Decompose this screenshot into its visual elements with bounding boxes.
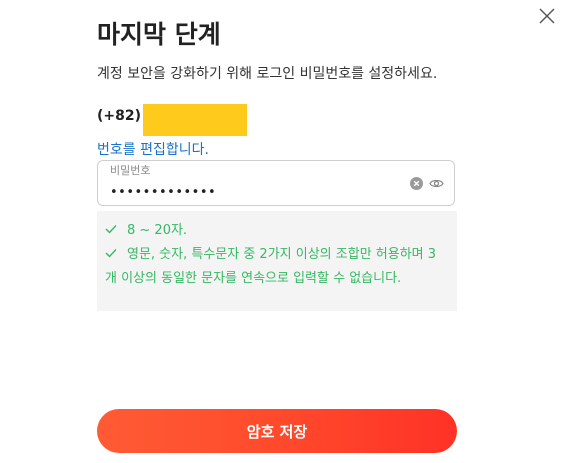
dialog-description: 계정 보안을 강화하기 위해 로그인 비밀번호를 설정하세요. <box>97 66 438 82</box>
save-password-button[interactable]: 암호 저장 <box>97 409 457 453</box>
phone-country-code: (+82) <box>97 108 142 124</box>
rule-composition-text: 영문, 숫자, 특수문자 중 2가지 이상의 조합만 허용하며 3개 이상의 동… <box>105 247 437 286</box>
check-icon <box>105 248 117 258</box>
rule-length-text: 8 ~ 20자. <box>127 223 188 238</box>
password-label: 비밀번호 <box>110 164 151 177</box>
password-input[interactable] <box>110 183 390 201</box>
rule-length: 8 ~ 20자. <box>105 219 447 243</box>
close-button[interactable] <box>538 7 556 25</box>
check-icon <box>105 224 117 234</box>
password-rules: 8 ~ 20자. 영문, 숫자, 특수문자 중 2가지 이상의 조합만 허용하며… <box>97 211 457 311</box>
eye-icon[interactable] <box>429 177 444 190</box>
phone-number-redaction <box>143 104 248 136</box>
dialog-title: 마지막 단계 <box>97 20 221 49</box>
edit-number-link[interactable]: 번호를 편집합니다. <box>97 140 209 160</box>
phone-number: (+82) <box>97 104 248 136</box>
clear-icon[interactable] <box>410 177 423 190</box>
close-icon <box>538 7 556 25</box>
password-field[interactable]: 비밀번호 <box>97 160 455 206</box>
rule-composition: 영문, 숫자, 특수문자 중 2가지 이상의 조합만 허용하며 3개 이상의 동… <box>105 243 447 291</box>
